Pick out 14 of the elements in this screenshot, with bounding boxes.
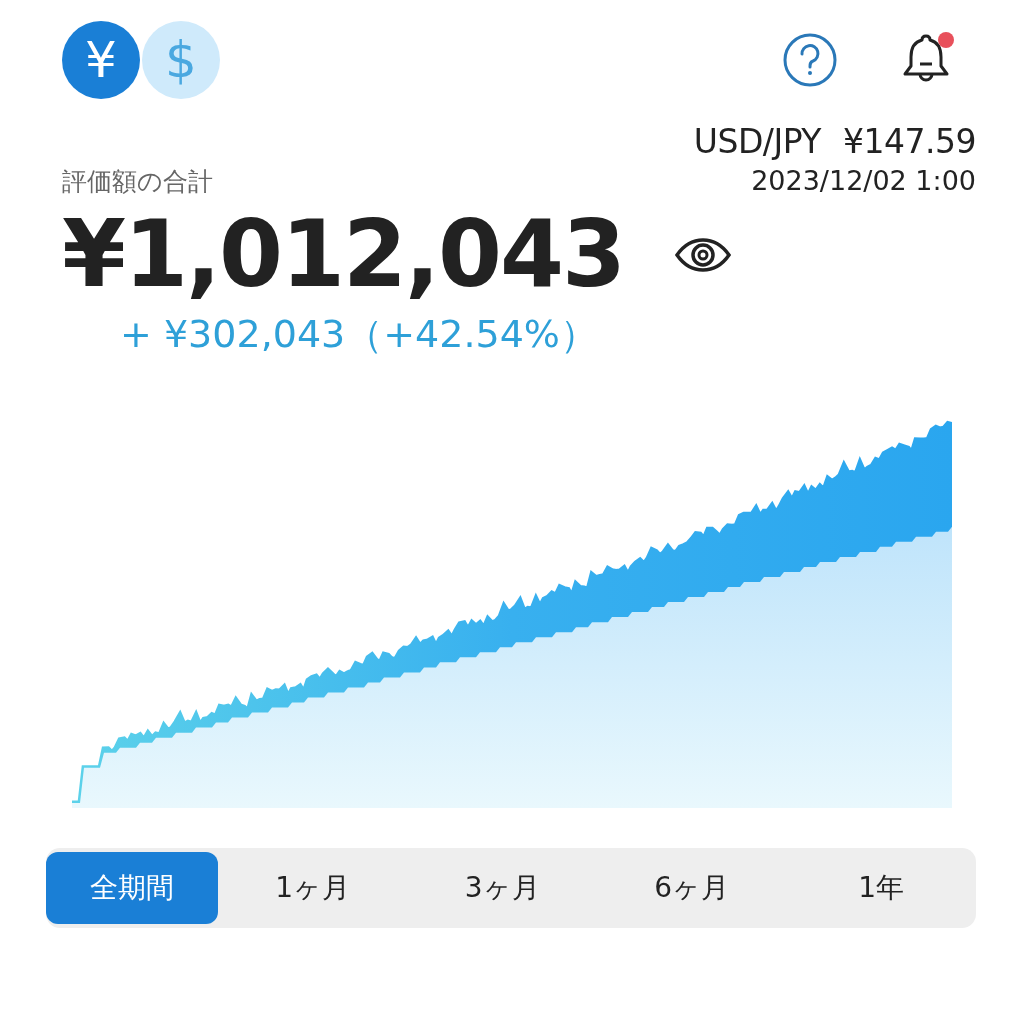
period-tab[interactable]: 6ヶ月 [597, 852, 787, 925]
help-icon[interactable] [782, 32, 838, 88]
period-tab[interactable]: 1ヶ月 [218, 852, 408, 925]
total-label: 評価額の合計 [62, 166, 213, 198]
period-tab[interactable]: 1年 [786, 852, 976, 925]
currency-toggle[interactable]: ¥ [62, 21, 140, 99]
exchange-rate: ¥147.59 [843, 122, 976, 161]
period-tab[interactable]: 3ヶ月 [407, 852, 597, 925]
gain-amount: + ¥302,043（+42.54%） [120, 311, 599, 359]
period-tab[interactable]: 全期間 [46, 852, 218, 925]
rate-timestamp: 2023/12/02 1:00 [751, 165, 976, 196]
currency-pair: USD/JPY [693, 122, 822, 161]
eye-icon[interactable] [674, 236, 732, 273]
total-amount: ¥1,012,043 [62, 204, 624, 306]
